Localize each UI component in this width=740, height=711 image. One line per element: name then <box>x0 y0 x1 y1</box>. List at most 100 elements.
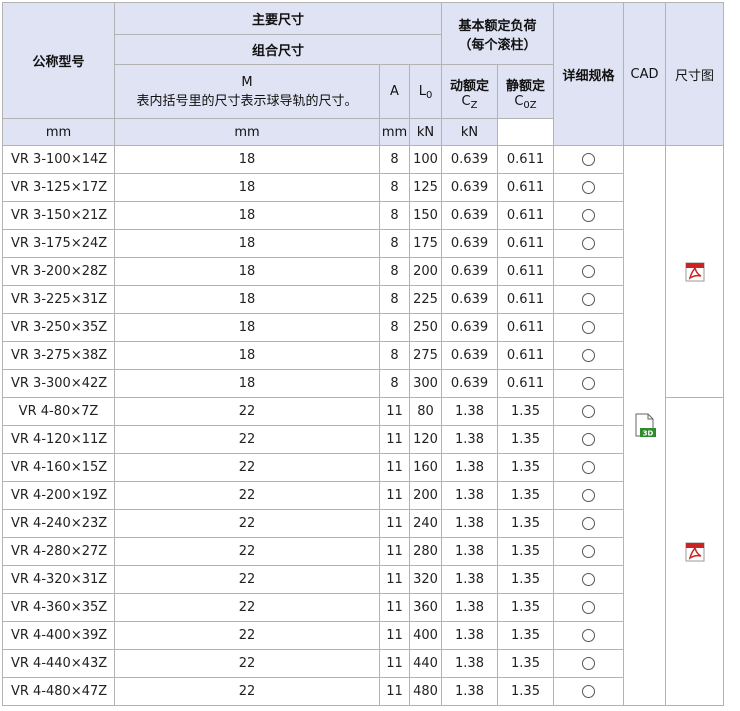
model-cell: VR 3-200×28Z <box>2 257 115 286</box>
spec-cell[interactable] <box>553 173 624 202</box>
unit-l: mm <box>379 118 410 146</box>
circle-icon[interactable] <box>582 377 595 390</box>
c-cell: 1.38 <box>441 565 498 594</box>
m-cell: 18 <box>114 369 380 398</box>
circle-icon[interactable] <box>582 405 595 418</box>
spec-cell[interactable] <box>553 537 624 566</box>
l-cell: 175 <box>409 229 442 258</box>
m-cell: 22 <box>114 425 380 454</box>
m-cell: 18 <box>114 229 380 258</box>
circle-icon[interactable] <box>582 237 595 250</box>
circle-icon[interactable] <box>582 601 595 614</box>
drawing-cell[interactable] <box>665 145 724 398</box>
model-cell: VR 4-440×43Z <box>2 649 115 678</box>
spec-cell[interactable] <box>553 397 624 426</box>
circle-icon[interactable] <box>582 545 595 558</box>
a-cell: 8 <box>379 173 410 202</box>
circle-icon[interactable] <box>582 629 595 642</box>
circle-icon[interactable] <box>582 433 595 446</box>
circle-icon[interactable] <box>582 489 595 502</box>
spec-cell[interactable] <box>553 229 624 258</box>
l-cell: 100 <box>409 145 442 174</box>
spec-cell[interactable] <box>553 509 624 538</box>
spec-cell[interactable] <box>553 649 624 678</box>
circle-icon[interactable] <box>582 461 595 474</box>
spec-cell[interactable] <box>553 565 624 594</box>
static-label: 静额定 <box>505 78 545 94</box>
circle-icon[interactable] <box>582 321 595 334</box>
spec-cell[interactable] <box>553 369 624 398</box>
spec-cell[interactable] <box>553 313 624 342</box>
model-cell: VR 3-225×31Z <box>2 285 115 314</box>
a-cell: 11 <box>379 537 410 566</box>
circle-icon[interactable] <box>582 181 595 194</box>
spec-cell[interactable] <box>553 677 624 706</box>
table-row: VR 3-225×31Z 18 8 225 0.639 0.611 <box>2 285 724 314</box>
circle-icon[interactable] <box>582 349 595 362</box>
c-cell: 0.639 <box>441 229 498 258</box>
l-cell: 150 <box>409 201 442 230</box>
spec-cell[interactable] <box>553 145 624 174</box>
cad-cell[interactable]: 3D <box>623 145 666 706</box>
circle-icon[interactable] <box>582 657 595 670</box>
a-cell: 11 <box>379 565 410 594</box>
spec-cell[interactable] <box>553 341 624 370</box>
spec-cell[interactable] <box>553 201 624 230</box>
l-cell: 200 <box>409 481 442 510</box>
c0-cell: 0.611 <box>497 341 554 370</box>
unit-m: mm <box>2 118 115 146</box>
circle-icon[interactable] <box>582 685 595 698</box>
c-cell: 1.38 <box>441 593 498 622</box>
load-rating-title: 基本额定负荷 <box>458 18 537 34</box>
spec-cell[interactable] <box>553 425 624 454</box>
spec-cell[interactable] <box>553 593 624 622</box>
drawing-cell[interactable] <box>665 397 724 706</box>
spec-cell[interactable] <box>553 453 624 482</box>
a-cell: 8 <box>379 313 410 342</box>
table-row: VR 4-400×39Z 22 11 400 1.38 1.35 <box>2 621 724 650</box>
spec-cell[interactable] <box>553 481 624 510</box>
spec-cell[interactable] <box>553 621 624 650</box>
circle-icon[interactable] <box>582 573 595 586</box>
l-cell: 480 <box>409 677 442 706</box>
m-cell: 22 <box>114 621 380 650</box>
circle-icon[interactable] <box>582 153 595 166</box>
a-cell: 11 <box>379 649 410 678</box>
l-cell: 200 <box>409 257 442 286</box>
c-cell: 1.38 <box>441 425 498 454</box>
circle-icon[interactable] <box>582 293 595 306</box>
spec-cell[interactable] <box>553 285 624 314</box>
dynamic-sub: Z <box>470 99 478 111</box>
model-cell: VR 4-120×11Z <box>2 425 115 454</box>
l-cell: 400 <box>409 621 442 650</box>
circle-icon[interactable] <box>582 517 595 530</box>
table-body: VR 3-100×14Z 18 8 100 0.639 0.611 3D VR 3-125×1… <box>2 145 724 706</box>
c0-cell: 1.35 <box>497 537 554 566</box>
m-cell: 18 <box>114 257 380 286</box>
a-cell: 11 <box>379 481 410 510</box>
pdf-icon[interactable] <box>685 262 705 282</box>
table-row: VR 4-480×47Z 22 11 480 1.38 1.35 <box>2 677 724 706</box>
m-cell: 22 <box>114 481 380 510</box>
header-a: A <box>379 64 410 119</box>
spec-cell[interactable] <box>553 257 624 286</box>
pdf-icon[interactable] <box>685 542 705 562</box>
a-cell: 11 <box>379 397 410 426</box>
c-cell: 1.38 <box>441 397 498 426</box>
c-cell: 1.38 <box>441 621 498 650</box>
c-cell: 0.639 <box>441 173 498 202</box>
circle-icon[interactable] <box>582 209 595 222</box>
header-combo-dims: 组合尺寸 <box>114 34 442 65</box>
c-cell: 0.639 <box>441 341 498 370</box>
table-row: VR 4-160×15Z 22 11 160 1.38 1.35 <box>2 453 724 482</box>
model-cell: VR 4-200×19Z <box>2 481 115 510</box>
circle-icon[interactable] <box>582 265 595 278</box>
c-cell: 1.38 <box>441 481 498 510</box>
cad-3d-icon[interactable]: 3D <box>633 413 657 439</box>
svg-text:3D: 3D <box>642 429 653 437</box>
m-cell: 22 <box>114 649 380 678</box>
table-row: VR 3-250×35Z 18 8 250 0.639 0.611 <box>2 313 724 342</box>
unit-a: mm <box>114 118 380 146</box>
m-note: 表内括号里的尺寸表示球导轨的尺寸。 <box>136 93 358 109</box>
l-cell: 125 <box>409 173 442 202</box>
